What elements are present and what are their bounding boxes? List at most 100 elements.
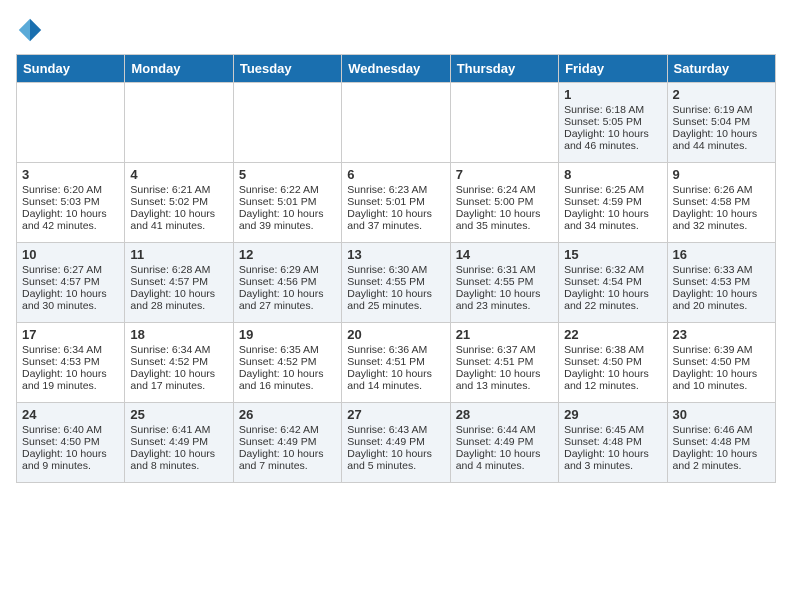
cell-content: Sunrise: 6:33 AM: [673, 264, 770, 276]
cell-content: Sunset: 4:53 PM: [673, 276, 770, 288]
cell-content: Daylight: 10 hours and 22 minutes.: [564, 288, 661, 312]
day-number: 4: [130, 167, 227, 182]
header-cell-monday: Monday: [125, 55, 233, 83]
cell-content: Daylight: 10 hours and 34 minutes.: [564, 208, 661, 232]
cell-content: Daylight: 10 hours and 2 minutes.: [673, 448, 770, 472]
calendar-cell: 25 Sunrise: 6:41 AMSunset: 4:49 PMDayligh…: [125, 403, 233, 483]
calendar-cell: 19Sunrise: 6:35 AMSunset: 4:52 PMDayligh…: [233, 323, 341, 403]
week-row-5: 24Sunrise: 6:40 AMSunset: 4:50 PMDayligh…: [17, 403, 776, 483]
calendar-cell: [342, 83, 450, 163]
cell-content: Sunset: 4:49 PM: [130, 436, 227, 448]
cell-content: Daylight: 10 hours and 4 minutes.: [456, 448, 553, 472]
cell-content: Daylight: 10 hours and 14 minutes.: [347, 368, 444, 392]
cell-content: Sunset: 4:51 PM: [456, 356, 553, 368]
day-number: 17: [22, 327, 119, 342]
day-number: 15: [564, 247, 661, 262]
cell-content: Sunset: 4:55 PM: [347, 276, 444, 288]
cell-content: Sunset: 5:01 PM: [347, 196, 444, 208]
cell-content: Sunset: 4:54 PM: [564, 276, 661, 288]
calendar-table: SundayMondayTuesdayWednesdayThursdayFrid…: [16, 54, 776, 483]
cell-content: Daylight: 10 hours and 12 minutes.: [564, 368, 661, 392]
cell-content: Sunset: 4:48 PM: [564, 436, 661, 448]
calendar-cell: 16Sunrise: 6:33 AMSunset: 4:53 PMDayligh…: [667, 243, 775, 323]
calendar-cell: 9Sunrise: 6:26 AMSunset: 4:58 PMDaylight…: [667, 163, 775, 243]
day-number: 25: [130, 407, 227, 422]
day-number: 11: [130, 247, 227, 262]
cell-content: Sunset: 5:05 PM: [564, 116, 661, 128]
calendar-cell: 13Sunrise: 6:30 AMSunset: 4:55 PMDayligh…: [342, 243, 450, 323]
day-number: 19: [239, 327, 336, 342]
logo-icon: [16, 16, 44, 44]
cell-content: Daylight: 10 hours and 16 minutes.: [239, 368, 336, 392]
calendar-cell: 14Sunrise: 6:31 AMSunset: 4:55 PMDayligh…: [450, 243, 558, 323]
calendar-cell: 26Sunrise: 6:42 AMSunset: 4:49 PMDayligh…: [233, 403, 341, 483]
cell-content: Sunrise: 6:24 AM: [456, 184, 553, 196]
calendar-cell: 4Sunrise: 6:21 AMSunset: 5:02 PMDaylight…: [125, 163, 233, 243]
cell-content: Daylight: 10 hours and 5 minutes.: [347, 448, 444, 472]
calendar-cell: 15Sunrise: 6:32 AMSunset: 4:54 PMDayligh…: [559, 243, 667, 323]
calendar-cell: 18Sunrise: 6:34 AMSunset: 4:52 PMDayligh…: [125, 323, 233, 403]
day-number: 24: [22, 407, 119, 422]
cell-content: Daylight: 10 hours and 10 minutes.: [673, 368, 770, 392]
cell-content: Sunset: 5:02 PM: [130, 196, 227, 208]
cell-content: Daylight: 10 hours and 30 minutes.: [22, 288, 119, 312]
cell-content: Sunset: 4:55 PM: [456, 276, 553, 288]
cell-content: Sunrise: 6:18 AM: [564, 104, 661, 116]
cell-content: Daylight: 10 hours and 39 minutes.: [239, 208, 336, 232]
cell-content: Sunset: 4:58 PM: [673, 196, 770, 208]
cell-content: Sunrise: 6:43 AM: [347, 424, 444, 436]
cell-content: Sunset: 4:49 PM: [239, 436, 336, 448]
cell-content: Sunset: 4:49 PM: [347, 436, 444, 448]
cell-content: Daylight: 10 hours and 32 minutes.: [673, 208, 770, 232]
day-number: 1: [564, 87, 661, 102]
calendar-cell: 5Sunrise: 6:22 AMSunset: 5:01 PMDaylight…: [233, 163, 341, 243]
header-cell-friday: Friday: [559, 55, 667, 83]
calendar-cell: 7Sunrise: 6:24 AMSunset: 5:00 PMDaylight…: [450, 163, 558, 243]
day-number: 3: [22, 167, 119, 182]
calendar-cell: 3Sunrise: 6:20 AMSunset: 5:03 PMDaylight…: [17, 163, 125, 243]
cell-content: Sunrise: 6:40 AM: [22, 424, 119, 436]
calendar-cell: 24Sunrise: 6:40 AMSunset: 4:50 PMDayligh…: [17, 403, 125, 483]
calendar-cell: 20Sunrise: 6:36 AMSunset: 4:51 PMDayligh…: [342, 323, 450, 403]
day-number: 5: [239, 167, 336, 182]
header-cell-saturday: Saturday: [667, 55, 775, 83]
day-number: 10: [22, 247, 119, 262]
calendar-body: 1 Sunrise: 6:18 AMSunset: 5:05 PM Daylight…: [17, 83, 776, 483]
cell-content: Sunrise: 6:23 AM: [347, 184, 444, 196]
cell-content: Sunset: 4:57 PM: [130, 276, 227, 288]
header-cell-wednesday: Wednesday: [342, 55, 450, 83]
day-number: 7: [456, 167, 553, 182]
cell-content: Sunset: 5:03 PM: [22, 196, 119, 208]
calendar-cell: 12Sunrise: 6:29 AMSunset: 4:56 PMDayligh…: [233, 243, 341, 323]
logo: [16, 16, 48, 44]
cell-content: Sunrise: 6:45 AM: [564, 424, 661, 436]
calendar-cell: 21Sunrise: 6:37 AMSunset: 4:51 PMDayligh…: [450, 323, 558, 403]
day-number: 29: [564, 407, 661, 422]
cell-content: Sunrise: 6:30 AM: [347, 264, 444, 276]
cell-content: Sunset: 4:49 PM: [456, 436, 553, 448]
calendar-cell: 30Sunrise: 6:46 AMSunset: 4:48 PMDayligh…: [667, 403, 775, 483]
calendar-cell: 8Sunrise: 6:25 AMSunset: 4:59 PMDaylight…: [559, 163, 667, 243]
header-cell-sunday: Sunday: [17, 55, 125, 83]
calendar-cell: 23Sunrise: 6:39 AMSunset: 4:50 PMDayligh…: [667, 323, 775, 403]
week-row-3: 10Sunrise: 6:27 AMSunset: 4:57 PMDayligh…: [17, 243, 776, 323]
cell-content: Sunset: 4:48 PM: [673, 436, 770, 448]
cell-content: Sunrise: 6:29 AM: [239, 264, 336, 276]
cell-content: Daylight: 10 hours and 19 minutes.: [22, 368, 119, 392]
calendar-cell: 27Sunrise: 6:43 AMSunset: 4:49 PMDayligh…: [342, 403, 450, 483]
cell-content: Sunset: 4:57 PM: [22, 276, 119, 288]
cell-content: Daylight: 10 hours and 8 minutes.: [130, 448, 227, 472]
cell-content: Sunrise: 6:41 AM: [130, 424, 227, 436]
cell-content: Sunrise: 6:34 AM: [22, 344, 119, 356]
calendar-cell: 22Sunrise: 6:38 AMSunset: 4:50 PMDayligh…: [559, 323, 667, 403]
cell-content: Sunrise: 6:22 AM: [239, 184, 336, 196]
header-cell-thursday: Thursday: [450, 55, 558, 83]
cell-content: Sunrise: 6:44 AM: [456, 424, 553, 436]
calendar-cell: 1Sunrise: 6:18 AMSunset: 5:05 PMDaylight…: [559, 83, 667, 163]
day-number: 8: [564, 167, 661, 182]
cell-content: Sunset: 4:50 PM: [673, 356, 770, 368]
cell-content: Daylight: 10 hours and 41 minutes.: [130, 208, 227, 232]
day-number: 14: [456, 247, 553, 262]
day-number: 20: [347, 327, 444, 342]
day-number: 23: [673, 327, 770, 342]
